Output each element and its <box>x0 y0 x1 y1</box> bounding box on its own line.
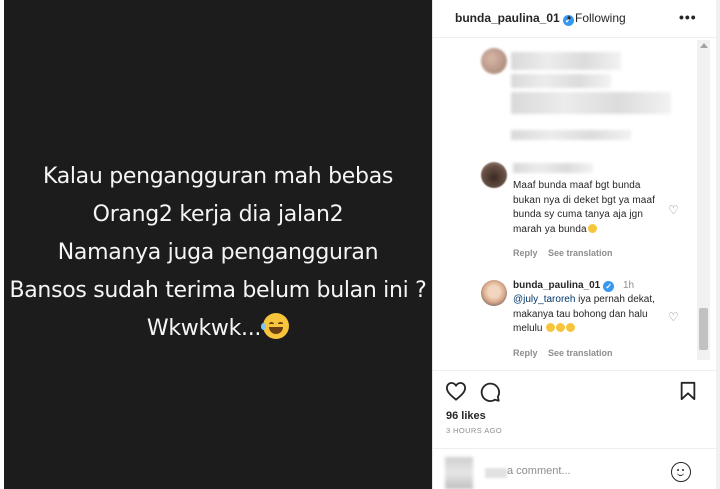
comments-scrollbar[interactable] <box>697 40 710 360</box>
see-translation-link[interactable]: See translation <box>548 348 613 358</box>
media-line: Wkwkwk... <box>146 316 262 341</box>
blurred-avatar <box>445 457 473 489</box>
media-line: Namanya juga pengangguran <box>57 240 379 265</box>
avatar[interactable] <box>481 162 507 188</box>
like-comment-heart-icon[interactable]: ♡ <box>668 204 680 216</box>
emoji-icon <box>546 323 556 332</box>
post-timestamp: 3 HOURS AGO <box>446 426 503 435</box>
reply-button[interactable]: Reply <box>513 248 538 258</box>
emoji-icon <box>587 223 597 233</box>
comment-text: @july_taroreh iya pernah dekat, makanya … <box>513 293 673 337</box>
media-line: Orang2 kerja dia jalan2 <box>92 202 344 227</box>
like-heart-icon[interactable] <box>445 381 467 401</box>
likes-count[interactable]: 96 likes <box>446 410 486 422</box>
media-line: Kalau pengangguran mah bebas <box>42 164 394 189</box>
instagram-post-view: Kalau pengangguran mah bebas Orang2 kerj… <box>0 0 720 489</box>
comment-text: Maaf bunda maaf bgt bunda bukan nya di d… <box>513 179 671 237</box>
post-media[interactable]: Kalau pengangguran mah bebas Orang2 kerj… <box>4 0 432 489</box>
blurred-text <box>485 468 507 478</box>
avatar[interactable] <box>481 280 507 306</box>
header-separator: • <box>567 11 572 25</box>
comment-time: 1h <box>623 280 635 291</box>
blurred-comment <box>511 130 631 140</box>
see-translation-link[interactable]: See translation <box>548 248 613 258</box>
comment-body: Maaf bunda maaf bgt bunda bukan nya di d… <box>513 180 655 235</box>
window-edge <box>716 0 720 489</box>
reply-button[interactable]: Reply <box>513 348 538 358</box>
comments-list[interactable]: Maaf bunda maaf bgt bunda bukan nya di d… <box>433 38 717 370</box>
post-header: bunda_paulina_01 ✓ • Following ••• <box>433 0 717 38</box>
save-bookmark-icon[interactable] <box>679 381 697 401</box>
emoji-icon <box>566 323 576 332</box>
post-caption-image-text: Kalau pengangguran mah bebas Orang2 kerj… <box>4 158 432 348</box>
emoji-picker-icon[interactable] <box>671 462 691 482</box>
post-actions: 96 likes 3 HOURS AGO <box>433 370 717 440</box>
blurred-comment <box>511 52 621 70</box>
header-username[interactable]: bunda_paulina_01 <box>455 11 560 25</box>
mention-link[interactable]: @july_taroreh <box>513 294 575 305</box>
post-sidebar: bunda_paulina_01 ✓ • Following ••• Maaf b… <box>432 0 717 489</box>
media-line: Bansos sudah terima belum bulan ini ? <box>9 278 427 303</box>
comment-username[interactable]: bunda_paulina_01 <box>513 280 600 291</box>
more-options-icon[interactable]: ••• <box>679 9 697 25</box>
emoji-icon <box>556 323 566 332</box>
comment-bubble-icon[interactable] <box>479 381 501 403</box>
blurred-comment <box>511 92 671 114</box>
verified-badge-icon: ✓ <box>603 281 615 292</box>
scroll-up-icon[interactable] <box>700 43 708 48</box>
header-username-group[interactable]: bunda_paulina_01 ✓ <box>455 11 574 26</box>
media-line-last: Wkwkwk... <box>4 310 432 348</box>
scroll-thumb[interactable] <box>699 308 708 350</box>
tears-of-joy-emoji-icon <box>261 313 290 339</box>
blurred-comment <box>511 74 611 88</box>
comment-username-group[interactable]: bunda_paulina_01 ✓ <box>513 280 615 292</box>
add-comment-bar: a comment... <box>433 448 717 489</box>
add-comment-input[interactable]: a comment... <box>507 465 571 477</box>
like-comment-heart-icon[interactable]: ♡ <box>668 311 680 323</box>
following-button[interactable]: Following <box>575 11 626 25</box>
avatar[interactable] <box>481 48 507 74</box>
blurred-username <box>513 163 593 173</box>
